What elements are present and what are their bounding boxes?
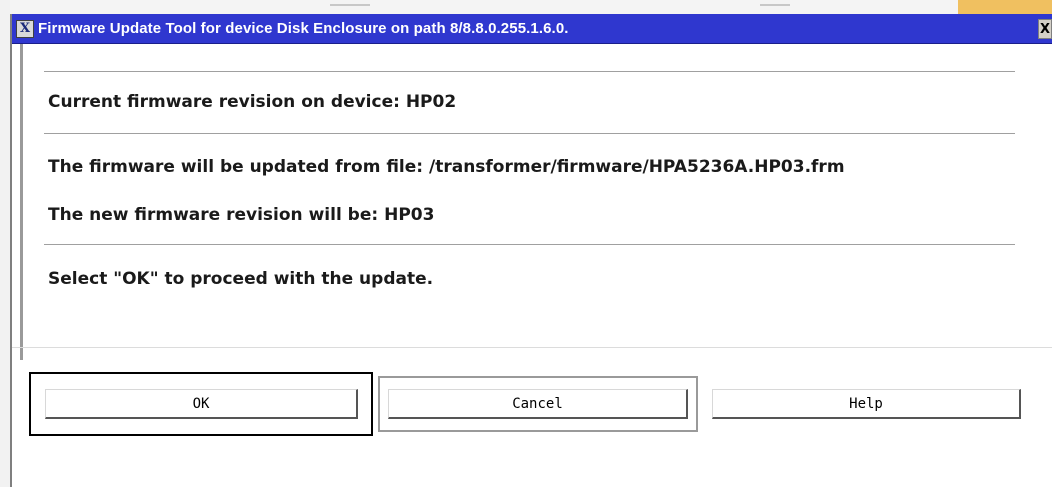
background-divider	[330, 4, 370, 6]
background-window-edge	[0, 0, 1052, 14]
update-source-text: The firmware will be updated from file: …	[48, 157, 845, 177]
instruction-text: Select "OK" to proceed with the update.	[48, 269, 434, 289]
help-button[interactable]: Help	[712, 389, 1021, 419]
window-title: Firmware Update Tool for device Disk Enc…	[38, 20, 569, 37]
separator	[44, 133, 1015, 134]
firmware-update-dialog: X Firmware Update Tool for device Disk E…	[10, 14, 1052, 487]
x-window-icon[interactable]: X	[16, 19, 34, 38]
close-icon: X	[1039, 21, 1051, 37]
new-revision-text: The new firmware revision will be: HP03	[48, 205, 435, 225]
background-divider	[760, 4, 790, 6]
current-revision-text: Current firmware revision on device: HP0…	[48, 92, 457, 112]
title-bar[interactable]: X Firmware Update Tool for device Disk E…	[12, 14, 1052, 44]
background-window-edge	[0, 0, 10, 487]
cancel-button[interactable]: Cancel	[388, 389, 688, 419]
screen: X Firmware Update Tool for device Disk E…	[0, 0, 1052, 487]
separator	[44, 244, 1015, 245]
ok-button[interactable]: OK	[45, 389, 358, 419]
button-area-divider	[12, 347, 1052, 348]
separator	[44, 71, 1015, 72]
content-frame	[20, 44, 23, 360]
close-button[interactable]: X	[1038, 19, 1052, 39]
background-window-edge	[958, 0, 1052, 14]
